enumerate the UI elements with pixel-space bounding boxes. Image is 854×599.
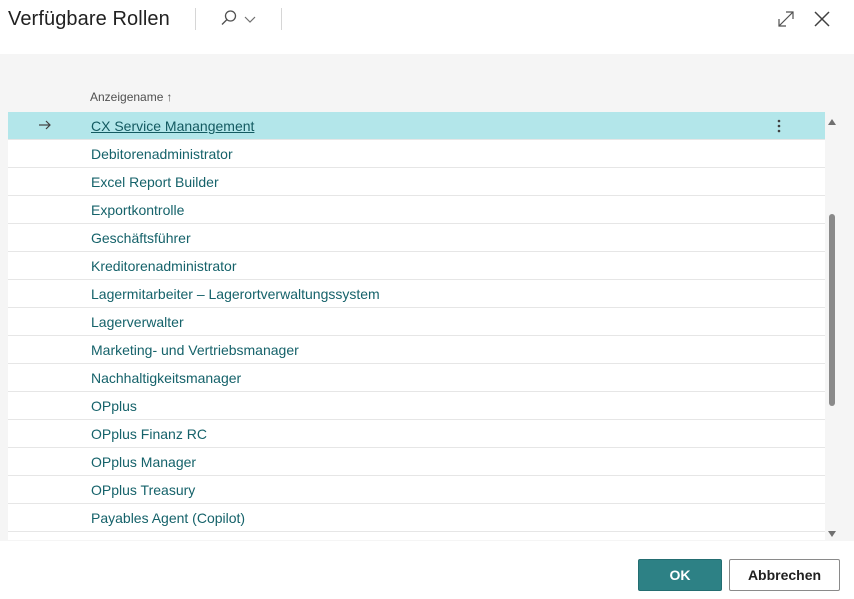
- role-name-link[interactable]: OPplus Finanz RC: [91, 426, 207, 442]
- column-header: Anzeigename ↑: [8, 82, 825, 112]
- column-header-anzeigename[interactable]: Anzeigename ↑: [90, 90, 172, 104]
- expand-icon: [774, 11, 798, 35]
- role-name-link[interactable]: Nachhaltigkeitsmanager: [91, 370, 241, 386]
- list-item[interactable]: OPplus Finanz RC: [8, 420, 825, 448]
- ok-button[interactable]: OK: [638, 559, 722, 591]
- list-item-selected[interactable]: CX Service Manangement: [8, 112, 825, 140]
- list-item[interactable]: Marketing- und Vertriebsmanager: [8, 336, 825, 364]
- dialog-title: Verfügbare Rollen: [8, 8, 170, 30]
- expand-button[interactable]: [774, 7, 798, 31]
- list-item[interactable]: Exportkontrolle: [8, 196, 825, 224]
- list-item[interactable]: Geschäftsführer: [8, 224, 825, 252]
- sort-ascending-icon: ↑: [166, 90, 173, 104]
- role-name-link[interactable]: OPplus: [91, 398, 137, 414]
- role-name-link[interactable]: OPplus Treasury: [91, 482, 195, 498]
- list-item[interactable]: Payables Agent (Copilot): [8, 504, 825, 532]
- role-name-link[interactable]: OPplus Manager: [91, 454, 196, 470]
- dialog-body: Anzeigename ↑ CX Service Manangement Deb…: [0, 54, 854, 541]
- column-header-label: Anzeigename: [90, 90, 164, 104]
- list-item[interactable]: Lagerverwalter: [8, 308, 825, 336]
- header-divider: [281, 8, 282, 30]
- more-options-icon[interactable]: [772, 117, 786, 135]
- scrollbar-thumb[interactable]: [829, 214, 835, 406]
- chevron-down-icon: [244, 11, 256, 29]
- current-row-arrow-icon: [38, 118, 52, 132]
- role-name-link[interactable]: Geschäftsführer: [91, 230, 191, 246]
- dialog-footer: OK Abbrechen: [0, 541, 854, 599]
- search-button[interactable]: [214, 6, 260, 34]
- list-item[interactable]: [8, 532, 825, 540]
- search-icon: [220, 9, 238, 32]
- list-item[interactable]: OPplus Manager: [8, 448, 825, 476]
- role-name-link[interactable]: CX Service Manangement: [91, 118, 254, 134]
- rows-container: CX Service Manangement Debitorenadminist…: [8, 112, 825, 540]
- list-item[interactable]: OPplus: [8, 392, 825, 420]
- role-name-link[interactable]: Lagerverwalter: [91, 314, 184, 330]
- list-item[interactable]: Kreditorenadministrator: [8, 252, 825, 280]
- role-name-link[interactable]: Excel Report Builder: [91, 174, 219, 190]
- list-item[interactable]: Excel Report Builder: [8, 168, 825, 196]
- list-item[interactable]: OPplus Treasury: [8, 476, 825, 504]
- cancel-button[interactable]: Abbrechen: [729, 559, 840, 591]
- header-divider: [195, 8, 196, 30]
- role-name-link[interactable]: Debitorenadministrator: [91, 146, 233, 162]
- role-name-link[interactable]: Exportkontrolle: [91, 202, 184, 218]
- dialog-header: Verfügbare Rollen: [0, 0, 854, 54]
- scroll-down-arrow-icon[interactable]: [827, 526, 837, 537]
- role-name-link[interactable]: Payables Agent (Copilot): [91, 510, 245, 526]
- close-button[interactable]: [810, 7, 834, 31]
- list-item[interactable]: Lagermitarbeiter – Lagerortverwaltungssy…: [8, 280, 825, 308]
- roles-list: Anzeigename ↑ CX Service Manangement Deb…: [8, 82, 825, 540]
- scroll-up-arrow-icon[interactable]: [827, 114, 837, 125]
- role-name-link[interactable]: Lagermitarbeiter – Lagerortverwaltungssy…: [91, 286, 380, 302]
- vertical-scrollbar[interactable]: [826, 114, 838, 540]
- role-name-link[interactable]: Kreditorenadministrator: [91, 258, 237, 274]
- list-item[interactable]: Nachhaltigkeitsmanager: [8, 364, 825, 392]
- close-icon: [810, 11, 834, 35]
- list-item[interactable]: Debitorenadministrator: [8, 140, 825, 168]
- role-name-link[interactable]: Marketing- und Vertriebsmanager: [91, 342, 299, 358]
